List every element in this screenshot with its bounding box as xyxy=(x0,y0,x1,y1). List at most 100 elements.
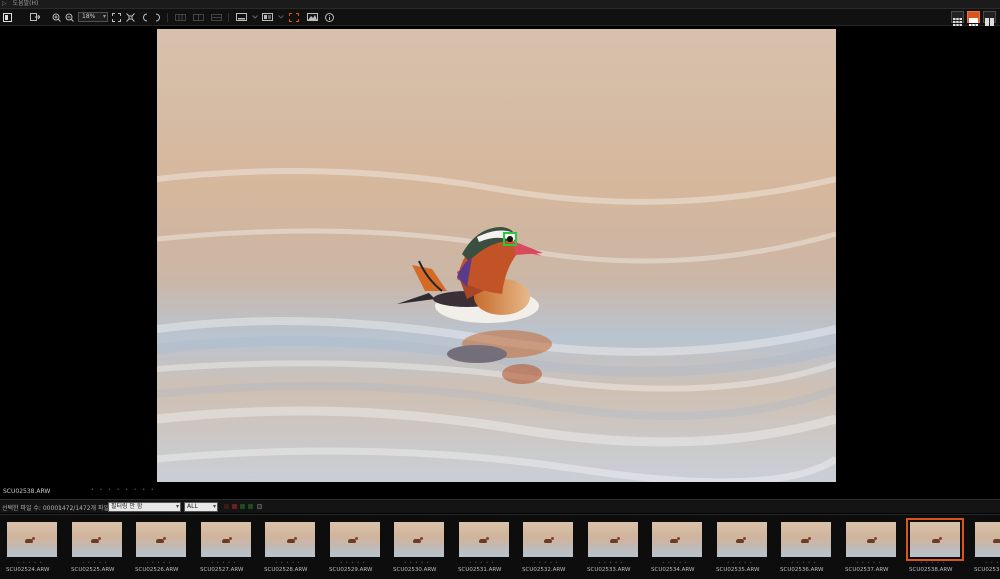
thumbnail-label: SCU0253 xyxy=(974,567,1000,573)
clear-filter-icon[interactable] xyxy=(257,504,262,509)
duck-thumbnail-icon xyxy=(867,537,877,543)
selected-count: 선택한 파일 수: 00001 xyxy=(2,505,62,512)
red-label-filter-icon[interactable] xyxy=(232,504,237,509)
thumbnail-image xyxy=(846,522,896,557)
filmstrip-thumbnail[interactable]: • • • • • SCU02534.ARW xyxy=(646,515,708,579)
single-view-icon[interactable] xyxy=(235,11,247,23)
scope-select[interactable]: ALL ▾ xyxy=(184,502,218,512)
fit-icon[interactable] xyxy=(110,11,122,23)
rating-marks: • • • • • xyxy=(91,487,131,493)
filmstrip-thumbnail[interactable]: • • • • • SCU02532.ARW xyxy=(517,515,579,579)
zoom-out-icon[interactable] xyxy=(63,11,75,23)
thumbnail-image xyxy=(588,522,638,557)
thumbnail-image xyxy=(910,522,960,557)
thumbnail-image xyxy=(459,522,509,557)
menu-collapse-icon[interactable]: ▷ xyxy=(0,0,10,8)
duck-thumbnail-icon xyxy=(25,537,35,543)
duck-thumbnail-icon xyxy=(91,537,101,543)
thumbnail-label: SCU02533.ARW xyxy=(587,567,631,573)
green-label-filter-icon[interactable] xyxy=(240,504,245,509)
compare-2-icon[interactable] xyxy=(192,11,204,23)
filmstrip-thumbnail[interactable]: • • • • • SCU02525.ARW xyxy=(66,515,128,579)
thumbnail-image xyxy=(7,522,57,557)
duck-thumbnail-icon xyxy=(610,537,620,543)
rotate-left-icon[interactable] xyxy=(139,11,151,23)
scope-select-value: ALL xyxy=(187,503,198,510)
compare-3-icon[interactable] xyxy=(210,11,222,23)
thumbnail-rating: • • • • • xyxy=(791,560,817,565)
rotate-right-icon[interactable] xyxy=(152,11,164,23)
main-photo[interactable] xyxy=(157,29,836,482)
thumbnail-image xyxy=(330,522,380,557)
duck-thumbnail-icon xyxy=(156,537,166,543)
filter-select[interactable]: 필터링 안 함 ▾ xyxy=(108,502,181,512)
filter-bar: 선택한 파일 수: 00001 1472/1472개 파일 필터링 안 함 ▾ … xyxy=(0,499,1000,513)
filmstrip-thumbnail[interactable]: • • • • • SCU02524.ARW xyxy=(1,515,63,579)
focus-point-icon[interactable] xyxy=(288,11,300,23)
filmstrip-thumbnail[interactable]: • • • • • SCU02529.ARW xyxy=(324,515,386,579)
thumbnail-rating: • • • • • xyxy=(727,560,753,565)
filmstrip-thumbnail[interactable]: • • • • • SCU02536.ARW xyxy=(775,515,837,579)
duck-thumbnail-icon xyxy=(287,537,297,543)
duck-thumbnail-icon xyxy=(670,537,680,543)
filmstrip-thumbnail[interactable]: • • • • • SCU02526.ARW xyxy=(130,515,192,579)
filmstrip-thumbnail[interactable]: • • • • • SCU02537.ARW xyxy=(840,515,902,579)
compare-1-icon[interactable] xyxy=(174,11,186,23)
app-icon[interactable] xyxy=(1,11,13,23)
grid-view-icon[interactable] xyxy=(951,11,964,26)
filmstrip-thumbnail[interactable]: • • • • • SCU02528.ARW xyxy=(259,515,321,579)
filmstrip-thumbnail[interactable]: • • • • • SCU02535.ARW xyxy=(711,515,773,579)
menu-help[interactable]: 도움말(H) xyxy=(10,0,42,8)
chevron-down-icon: ▾ xyxy=(102,13,106,20)
info-overlay-icon[interactable] xyxy=(261,11,273,23)
thumbnail-rating: • • • • • xyxy=(920,560,946,565)
thumbnail-rating: • • • • • xyxy=(404,560,430,565)
thumbnail-label: SCU02532.ARW xyxy=(522,567,566,573)
actual-size-icon[interactable] xyxy=(124,11,136,23)
thumbnail-rating: • • • • • xyxy=(275,560,301,565)
filmstrip-thumbnail[interactable]: • • • • • SCU02533.ARW xyxy=(582,515,644,579)
thumbnail-label: SCU02527.ARW xyxy=(200,567,244,573)
thumbnail-image xyxy=(717,522,767,557)
histogram-icon[interactable] xyxy=(306,11,318,23)
filmstrip-thumbnail[interactable]: • • • • • SCU0253 xyxy=(969,515,1000,579)
thumbnail-rating: • • • • • xyxy=(211,560,237,565)
toolbar: 18% ▾ xyxy=(0,9,1000,26)
thumbnail-rating: • • • • • xyxy=(469,560,495,565)
thumbnail-image xyxy=(72,522,122,557)
duck-thumbnail-icon xyxy=(479,537,489,543)
thumbnail-image xyxy=(652,522,702,557)
thumbnail-rating: • • • • • xyxy=(985,560,1000,565)
single-filmstrip-view-icon[interactable] xyxy=(967,11,980,26)
toolbar-divider xyxy=(228,13,229,22)
rating-stars[interactable]: • • • • • • • • xyxy=(91,487,156,493)
thumbnail-label: SCU02535.ARW xyxy=(716,567,760,573)
green-label-filter-icon[interactable] xyxy=(248,504,253,509)
duck-thumbnail-icon xyxy=(736,537,746,543)
filmstrip-thumbnail[interactable]: • • • • • SCU02538.ARW xyxy=(904,515,966,579)
reject-filter-icon[interactable] xyxy=(224,504,229,509)
thumbnail-label: SCU02524.ARW xyxy=(6,567,50,573)
filmstrip-thumbnail[interactable]: • • • • • SCU02527.ARW xyxy=(195,515,257,579)
thumbnail-image xyxy=(201,522,251,557)
duck-thumbnail-icon xyxy=(932,537,942,543)
chevron-down-icon[interactable] xyxy=(249,11,261,23)
zoom-in-icon[interactable] xyxy=(50,11,62,23)
thumbnail-rating: • • • • • xyxy=(17,560,43,565)
duck-thumbnail-icon xyxy=(222,537,232,543)
chevron-down-icon[interactable] xyxy=(275,11,287,23)
filmstrip-thumbnail[interactable]: • • • • • SCU02531.ARW xyxy=(453,515,515,579)
thumbnail-label: SCU02536.ARW xyxy=(780,567,824,573)
zoom-level-select[interactable]: 18% ▾ xyxy=(78,12,108,22)
thumbnail-rating: • • • • • xyxy=(82,560,108,565)
thumbnail-label: SCU02538.ARW xyxy=(909,567,953,573)
thumbnail-image xyxy=(781,522,831,557)
thumbnail-image xyxy=(975,522,1000,557)
export-icon[interactable] xyxy=(29,11,41,23)
info-icon[interactable] xyxy=(323,11,335,23)
thumbnail-label: SCU02534.ARW xyxy=(651,567,695,573)
filmstrip-thumbnail[interactable]: • • • • • SCU02530.ARW xyxy=(388,515,450,579)
thumbnail-label: SCU02525.ARW xyxy=(71,567,115,573)
chevron-down-icon: ▾ xyxy=(212,503,216,510)
compare-view-icon[interactable] xyxy=(983,11,996,26)
